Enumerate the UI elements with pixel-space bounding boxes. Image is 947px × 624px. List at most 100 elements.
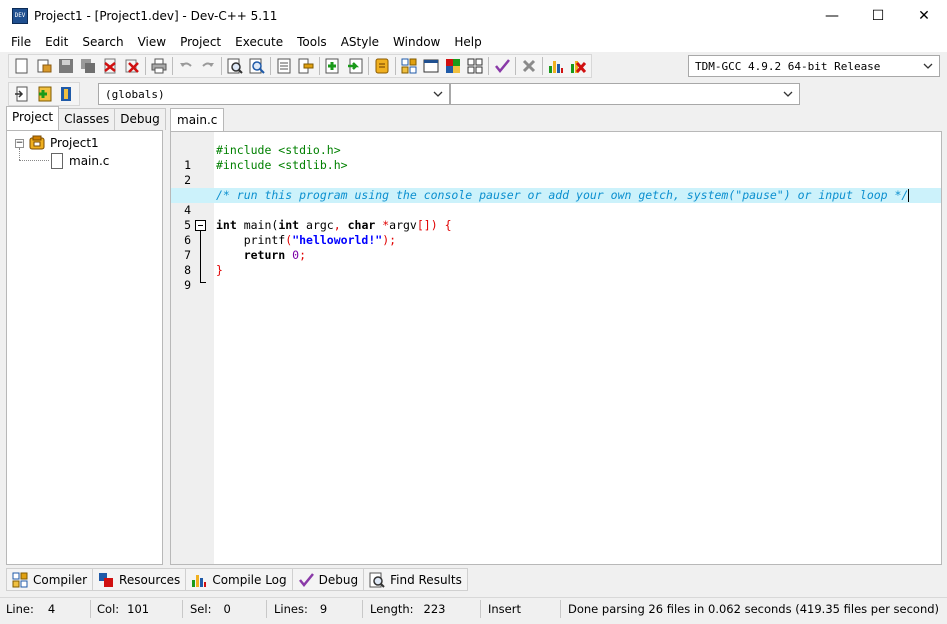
code-line-5: 5: [171, 203, 941, 232]
replace-icon: [249, 58, 265, 74]
insert-button[interactable]: [11, 83, 33, 105]
menu-search[interactable]: Search: [75, 32, 130, 52]
goto-line-icon: [277, 58, 291, 74]
code-keyword: return: [216, 248, 286, 262]
profile-button[interactable]: [545, 55, 567, 77]
compiler-select[interactable]: TDM-GCC 4.9.2 64-bit Release: [688, 55, 940, 77]
printer-icon: [151, 58, 167, 74]
tab-classes[interactable]: Classes: [58, 108, 116, 130]
undo-button[interactable]: [175, 55, 197, 77]
minimize-button[interactable]: —: [809, 0, 855, 32]
run-icon: [423, 59, 439, 73]
status-col: Col: 101: [97, 601, 149, 617]
open-file-button[interactable]: [33, 55, 55, 77]
toolbar-separator: [319, 57, 320, 75]
maximize-button[interactable]: ☐: [855, 0, 901, 32]
status-lines: Lines: 9: [274, 601, 327, 617]
status-length: Length: 223: [370, 601, 446, 617]
code-editor[interactable]: 1 #include <stdio.h> 2 #include <stdlib.…: [170, 131, 942, 565]
tab-resources[interactable]: Resources: [92, 568, 187, 591]
chevron-down-icon: [781, 87, 795, 101]
save-all-button[interactable]: [77, 55, 99, 77]
tab-compile-log-label: Compile Log: [212, 572, 287, 587]
find-icon: [227, 58, 243, 74]
title-bar: DEV Project1 - [Project1.dev] - Dev-C++ …: [0, 0, 947, 32]
find-button[interactable]: [224, 55, 246, 77]
status-message: Done parsing 26 files in 0.062 seconds (…: [568, 602, 940, 616]
code-line-6: 6 int main(int argc, char *argv[]) {: [171, 218, 941, 247]
tab-compiler[interactable]: Compiler: [6, 568, 94, 591]
rebuild-all-button[interactable]: [464, 55, 486, 77]
status-line-label: Line:: [6, 602, 34, 616]
menu-bar: File Edit Search View Project Execute To…: [0, 32, 947, 52]
run-button[interactable]: [420, 55, 442, 77]
menu-execute[interactable]: Execute: [228, 32, 290, 52]
tab-find-results[interactable]: Find Results: [363, 568, 468, 591]
add-to-project-button[interactable]: [322, 55, 344, 77]
syntax-check-button[interactable]: [491, 55, 513, 77]
redo-button[interactable]: [197, 55, 219, 77]
close-button[interactable]: ✕: [901, 0, 947, 32]
status-lines-label: Lines:: [274, 602, 308, 616]
tab-debug[interactable]: Debug: [114, 108, 166, 130]
close-all-button[interactable]: [121, 55, 143, 77]
chevron-down-icon: [921, 59, 935, 73]
status-sel: Sel: 0: [190, 601, 231, 617]
code-line-1: 1 #include <stdio.h>: [171, 143, 941, 172]
print-button[interactable]: [148, 55, 170, 77]
scope-select-value: (globals): [105, 87, 165, 101]
tab-main-c[interactable]: main.c: [170, 108, 225, 132]
goto-definition-button[interactable]: [55, 83, 77, 105]
status-sel-value: 0: [223, 602, 231, 616]
status-col-value: 101: [127, 602, 150, 616]
menu-tools[interactable]: Tools: [290, 32, 334, 52]
code-line-4: 4 /* run this program using the console …: [171, 188, 941, 217]
close-file-button[interactable]: [99, 55, 121, 77]
window-title: Project1 - [Project1.dev] - Dev-C++ 5.11: [34, 9, 278, 23]
tab-compile-log[interactable]: Compile Log: [185, 568, 293, 591]
replace-button[interactable]: [246, 55, 268, 77]
fold-toggle-icon[interactable]: [195, 220, 206, 231]
menu-file[interactable]: File: [4, 32, 38, 52]
collapse-icon[interactable]: −: [15, 138, 24, 148]
menu-astyle[interactable]: AStyle: [334, 32, 386, 52]
devcpp-app-icon: DEV: [12, 8, 28, 24]
project-tree: − Project1 main.c: [6, 130, 163, 565]
remove-from-project-button[interactable]: [344, 55, 366, 77]
insert-icon: [15, 86, 28, 102]
code-symbol: ;: [299, 248, 307, 262]
save-button[interactable]: [55, 55, 77, 77]
tab-project[interactable]: Project: [6, 106, 60, 130]
project-options-button[interactable]: [371, 55, 393, 77]
file-icon: [51, 153, 63, 169]
code-line-7: 7 printf("helloworld!");: [171, 233, 941, 262]
clean-button[interactable]: [518, 55, 540, 77]
menu-project[interactable]: Project: [173, 32, 228, 52]
toolbar-separator: [395, 57, 396, 75]
menu-edit[interactable]: Edit: [38, 32, 75, 52]
menu-help[interactable]: Help: [447, 32, 488, 52]
goto-declaration-button[interactable]: [33, 83, 55, 105]
status-separator: [480, 600, 481, 618]
status-separator: [90, 600, 91, 618]
menu-window[interactable]: Window: [386, 32, 447, 52]
scope-select[interactable]: (globals): [98, 83, 450, 105]
project-icon: [29, 135, 45, 150]
status-sel-label: Sel:: [190, 602, 212, 616]
compile-and-run-button[interactable]: [442, 55, 464, 77]
menu-view[interactable]: View: [131, 32, 173, 52]
code-text: printf: [216, 233, 286, 247]
tree-item-file[interactable]: main.c: [51, 152, 109, 170]
tab-debug-output[interactable]: Debug: [291, 568, 365, 591]
function-select[interactable]: [450, 83, 800, 105]
goto-line-button[interactable]: [273, 55, 295, 77]
resources-icon: [99, 572, 114, 587]
tree-item-project[interactable]: − Project1: [15, 134, 99, 152]
delete-profile-button[interactable]: [567, 55, 589, 77]
code-line-3: 3: [171, 173, 941, 202]
toggle-bookmark-button[interactable]: [295, 55, 317, 77]
new-file-button[interactable]: [11, 55, 33, 77]
compile-button[interactable]: [398, 55, 420, 77]
bar-chart-icon: [549, 61, 563, 73]
tab-find-results-label: Find Results: [390, 572, 462, 587]
